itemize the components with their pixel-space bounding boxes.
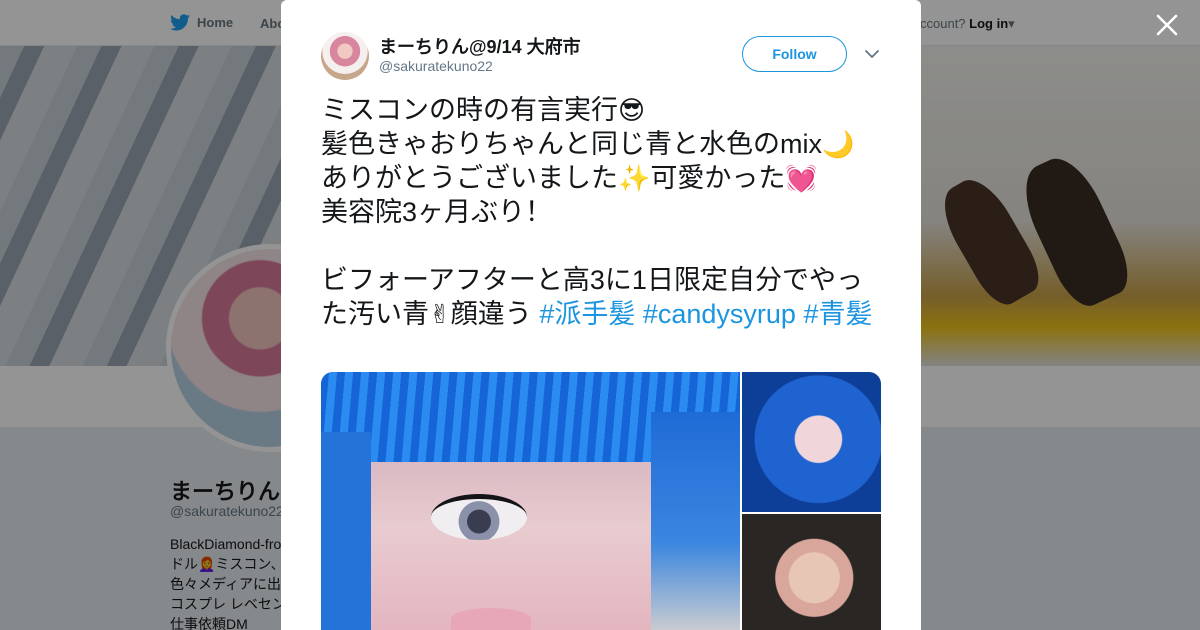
follow-button[interactable]: Follow: [742, 36, 847, 72]
hashtag-link[interactable]: #青髪: [803, 299, 872, 329]
tweet-photo-main[interactable]: [321, 372, 740, 630]
author-handle[interactable]: @sakuratekuno22: [379, 58, 493, 74]
tweet-line: 髪色きゃおりちゃんと同じ青と水色のmix🌙: [321, 127, 886, 161]
tweet-line: 美容院3ヶ月ぶり！: [321, 197, 553, 227]
tweet-line-text: 顔違う: [450, 299, 532, 329]
tweet-line-text: ミスコンの時の有言実行: [321, 95, 618, 125]
moon-emoji-icon: 🌙: [822, 129, 855, 159]
tweet-line-text: ありがとうございました: [321, 163, 618, 193]
hashtag-link[interactable]: #candysyrup: [643, 299, 796, 329]
tweet-line: ミスコンの時の有言実行😎: [321, 93, 886, 127]
sparkles-emoji-icon: ✨: [618, 163, 651, 193]
tweet-line: ありがとうございました✨可愛かった💓: [321, 161, 886, 195]
close-icon[interactable]: [1154, 12, 1180, 38]
chevron-down-icon[interactable]: [863, 46, 881, 62]
tweet-text: ミスコンの時の有言実行😎 髪色きゃおりちゃんと同じ青と水色のmix🌙 ありがとう…: [321, 93, 886, 331]
tweet-line-text: 髪色きゃおりちゃんと同じ青と水色のmix: [321, 129, 822, 159]
tweet-media-grid: [321, 372, 881, 630]
author-name[interactable]: まーちりん@9/14 大府市: [379, 33, 581, 59]
tweet-photo-top-right[interactable]: [742, 372, 881, 512]
tweet-photo-bottom-right[interactable]: [742, 514, 881, 630]
hashtag-link[interactable]: #派手髪: [539, 299, 635, 329]
victory-hand-emoji-icon: ✌: [429, 299, 451, 329]
tweet-line-text: 可愛かった: [650, 163, 786, 193]
sunglasses-emoji-icon: 😎: [618, 95, 646, 125]
tweet-modal: まーちりん@9/14 大府市 @sakuratekuno22 Follow ミス…: [281, 0, 921, 630]
author-avatar[interactable]: [321, 32, 369, 80]
heart-emoji-icon: 💓: [785, 163, 818, 193]
tweet-paragraph: ビフォーアフターと高3に1日限定自分でやった汚い青✌顔違う #派手髪 #cand…: [321, 263, 886, 331]
